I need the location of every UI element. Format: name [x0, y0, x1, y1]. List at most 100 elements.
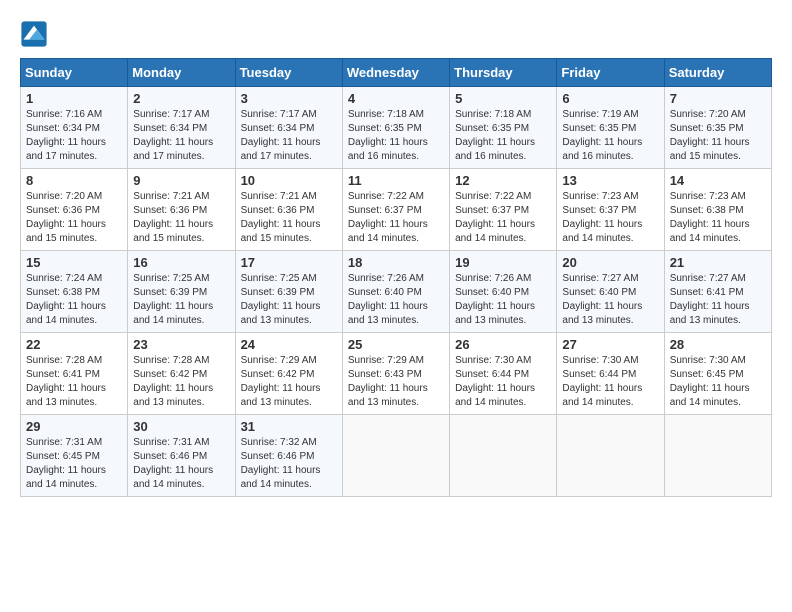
calendar-week-row: 15 Sunrise: 7:24 AMSunset: 6:38 PMDayligh… — [21, 251, 772, 333]
calendar-table: SundayMondayTuesdayWednesdayThursdayFrid… — [20, 58, 772, 497]
day-number: 10 — [241, 173, 337, 188]
day-number: 25 — [348, 337, 444, 352]
calendar-cell: 10 Sunrise: 7:21 AMSunset: 6:36 PMDayligh… — [235, 169, 342, 251]
weekday-header: Sunday — [21, 59, 128, 87]
day-info: Sunrise: 7:20 AMSunset: 6:35 PMDaylight:… — [670, 108, 766, 164]
day-info: Sunrise: 7:32 AMSunset: 6:46 PMDaylight:… — [241, 436, 337, 492]
day-info: Sunrise: 7:27 AMSunset: 6:40 PMDaylight:… — [562, 272, 658, 328]
day-number: 3 — [241, 91, 337, 106]
calendar-cell: 3 Sunrise: 7:17 AMSunset: 6:34 PMDaylight… — [235, 87, 342, 169]
weekday-header: Saturday — [664, 59, 771, 87]
calendar-cell: 6 Sunrise: 7:19 AMSunset: 6:35 PMDaylight… — [557, 87, 664, 169]
calendar-cell — [342, 415, 449, 497]
weekday-header: Friday — [557, 59, 664, 87]
day-info: Sunrise: 7:28 AMSunset: 6:42 PMDaylight:… — [133, 354, 229, 410]
day-info: Sunrise: 7:28 AMSunset: 6:41 PMDaylight:… — [26, 354, 122, 410]
logo — [20, 20, 52, 48]
day-number: 18 — [348, 255, 444, 270]
day-number: 21 — [670, 255, 766, 270]
day-info: Sunrise: 7:20 AMSunset: 6:36 PMDaylight:… — [26, 190, 122, 246]
day-number: 27 — [562, 337, 658, 352]
day-number: 12 — [455, 173, 551, 188]
calendar-cell: 16 Sunrise: 7:25 AMSunset: 6:39 PMDayligh… — [128, 251, 235, 333]
weekday-header: Monday — [128, 59, 235, 87]
day-info: Sunrise: 7:27 AMSunset: 6:41 PMDaylight:… — [670, 272, 766, 328]
day-info: Sunrise: 7:26 AMSunset: 6:40 PMDaylight:… — [348, 272, 444, 328]
calendar-cell: 4 Sunrise: 7:18 AMSunset: 6:35 PMDaylight… — [342, 87, 449, 169]
calendar-cell: 20Sunrise: 7:27 AMSunset: 6:40 PMDayligh… — [557, 251, 664, 333]
calendar-cell: 21 Sunrise: 7:27 AMSunset: 6:41 PMDayligh… — [664, 251, 771, 333]
weekday-header: Wednesday — [342, 59, 449, 87]
day-info: Sunrise: 7:19 AMSunset: 6:35 PMDaylight:… — [562, 108, 658, 164]
day-number: 23 — [133, 337, 229, 352]
day-info: Sunrise: 7:16 AMSunset: 6:34 PMDaylight:… — [26, 108, 122, 164]
day-number: 8 — [26, 173, 122, 188]
day-info: Sunrise: 7:18 AMSunset: 6:35 PMDaylight:… — [455, 108, 551, 164]
page-header — [20, 20, 772, 48]
calendar-cell: 29Sunrise: 7:31 AMSunset: 6:45 PMDayligh… — [21, 415, 128, 497]
day-number: 16 — [133, 255, 229, 270]
day-number: 5 — [455, 91, 551, 106]
calendar-cell: 27 Sunrise: 7:30 AMSunset: 6:44 PMDayligh… — [557, 333, 664, 415]
day-number: 14 — [670, 173, 766, 188]
weekday-header: Tuesday — [235, 59, 342, 87]
day-info: Sunrise: 7:31 AMSunset: 6:45 PMDaylight:… — [26, 436, 122, 492]
calendar-cell: 30Sunrise: 7:31 AMSunset: 6:46 PMDayligh… — [128, 415, 235, 497]
weekday-header-row: SundayMondayTuesdayWednesdayThursdayFrid… — [21, 59, 772, 87]
calendar-cell: 17 Sunrise: 7:25 AMSunset: 6:39 PMDayligh… — [235, 251, 342, 333]
day-number: 19 — [455, 255, 551, 270]
day-info: Sunrise: 7:30 AMSunset: 6:45 PMDaylight:… — [670, 354, 766, 410]
day-info: Sunrise: 7:21 AMSunset: 6:36 PMDaylight:… — [241, 190, 337, 246]
day-number: 26 — [455, 337, 551, 352]
calendar-week-row: 29Sunrise: 7:31 AMSunset: 6:45 PMDayligh… — [21, 415, 772, 497]
day-number: 24 — [241, 337, 337, 352]
calendar-cell: 24Sunrise: 7:29 AMSunset: 6:42 PMDayligh… — [235, 333, 342, 415]
logo-icon — [20, 20, 48, 48]
calendar-cell: 15 Sunrise: 7:24 AMSunset: 6:38 PMDayligh… — [21, 251, 128, 333]
day-number: 13 — [562, 173, 658, 188]
day-info: Sunrise: 7:25 AMSunset: 6:39 PMDaylight:… — [133, 272, 229, 328]
calendar-cell — [664, 415, 771, 497]
day-number: 22 — [26, 337, 122, 352]
weekday-header: Thursday — [450, 59, 557, 87]
calendar-cell: 22 Sunrise: 7:28 AMSunset: 6:41 PMDayligh… — [21, 333, 128, 415]
calendar-week-row: 22 Sunrise: 7:28 AMSunset: 6:41 PMDayligh… — [21, 333, 772, 415]
day-info: Sunrise: 7:30 AMSunset: 6:44 PMDaylight:… — [455, 354, 551, 410]
calendar-cell: 25Sunrise: 7:29 AMSunset: 6:43 PMDayligh… — [342, 333, 449, 415]
day-info: Sunrise: 7:18 AMSunset: 6:35 PMDaylight:… — [348, 108, 444, 164]
day-info: Sunrise: 7:17 AMSunset: 6:34 PMDaylight:… — [133, 108, 229, 164]
day-info: Sunrise: 7:21 AMSunset: 6:36 PMDaylight:… — [133, 190, 229, 246]
calendar-cell: 9 Sunrise: 7:21 AMSunset: 6:36 PMDaylight… — [128, 169, 235, 251]
day-number: 30 — [133, 419, 229, 434]
calendar-cell: 2Sunrise: 7:17 AMSunset: 6:34 PMDaylight… — [128, 87, 235, 169]
calendar-cell: 12 Sunrise: 7:22 AMSunset: 6:37 PMDayligh… — [450, 169, 557, 251]
day-number: 17 — [241, 255, 337, 270]
day-number: 31 — [241, 419, 337, 434]
day-info: Sunrise: 7:23 AMSunset: 6:37 PMDaylight:… — [562, 190, 658, 246]
day-info: Sunrise: 7:30 AMSunset: 6:44 PMDaylight:… — [562, 354, 658, 410]
day-number: 7 — [670, 91, 766, 106]
calendar-cell: 5 Sunrise: 7:18 AMSunset: 6:35 PMDaylight… — [450, 87, 557, 169]
day-info: Sunrise: 7:17 AMSunset: 6:34 PMDaylight:… — [241, 108, 337, 164]
calendar-week-row: 8 Sunrise: 7:20 AMSunset: 6:36 PMDaylight… — [21, 169, 772, 251]
day-number: 4 — [348, 91, 444, 106]
calendar-cell: 19Sunrise: 7:26 AMSunset: 6:40 PMDayligh… — [450, 251, 557, 333]
day-number: 11 — [348, 173, 444, 188]
day-number: 28 — [670, 337, 766, 352]
day-number: 15 — [26, 255, 122, 270]
day-number: 1 — [26, 91, 122, 106]
day-info: Sunrise: 7:22 AMSunset: 6:37 PMDaylight:… — [455, 190, 551, 246]
calendar-cell: 13 Sunrise: 7:23 AMSunset: 6:37 PMDayligh… — [557, 169, 664, 251]
day-number: 9 — [133, 173, 229, 188]
calendar-cell: 1 Sunrise: 7:16 AMSunset: 6:34 PMDaylight… — [21, 87, 128, 169]
calendar-cell: 8 Sunrise: 7:20 AMSunset: 6:36 PMDaylight… — [21, 169, 128, 251]
day-info: Sunrise: 7:24 AMSunset: 6:38 PMDaylight:… — [26, 272, 122, 328]
day-info: Sunrise: 7:22 AMSunset: 6:37 PMDaylight:… — [348, 190, 444, 246]
calendar-cell: 28 Sunrise: 7:30 AMSunset: 6:45 PMDayligh… — [664, 333, 771, 415]
calendar-cell: 23 Sunrise: 7:28 AMSunset: 6:42 PMDayligh… — [128, 333, 235, 415]
day-number: 6 — [562, 91, 658, 106]
day-info: Sunrise: 7:23 AMSunset: 6:38 PMDaylight:… — [670, 190, 766, 246]
day-info: Sunrise: 7:25 AMSunset: 6:39 PMDaylight:… — [241, 272, 337, 328]
calendar-cell: 18 Sunrise: 7:26 AMSunset: 6:40 PMDayligh… — [342, 251, 449, 333]
calendar-cell — [557, 415, 664, 497]
